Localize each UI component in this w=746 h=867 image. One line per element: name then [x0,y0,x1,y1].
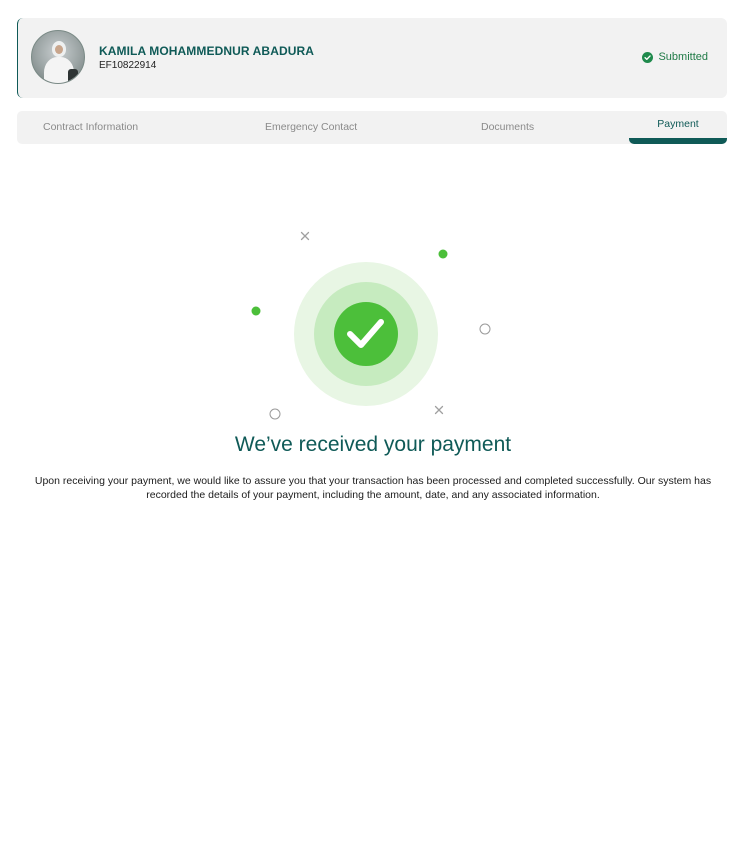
decor-cross-top [300,231,310,241]
check-badge [334,302,398,366]
success-illustration [251,231,491,420]
confirmation-message: Upon receiving your payment, we would li… [34,475,712,501]
decor-dot-green-top [438,249,448,259]
decor-cross-bottom [434,405,444,415]
decor-ring-bottom [269,408,281,420]
confirmation-title: We’ve received your payment [234,433,512,456]
decor-dot-green-left [251,306,261,316]
payment-page: KAMILA MOHAMMEDNUR ABADURA EF10822914 Su… [0,0,746,867]
decor-ring-right [479,323,491,335]
